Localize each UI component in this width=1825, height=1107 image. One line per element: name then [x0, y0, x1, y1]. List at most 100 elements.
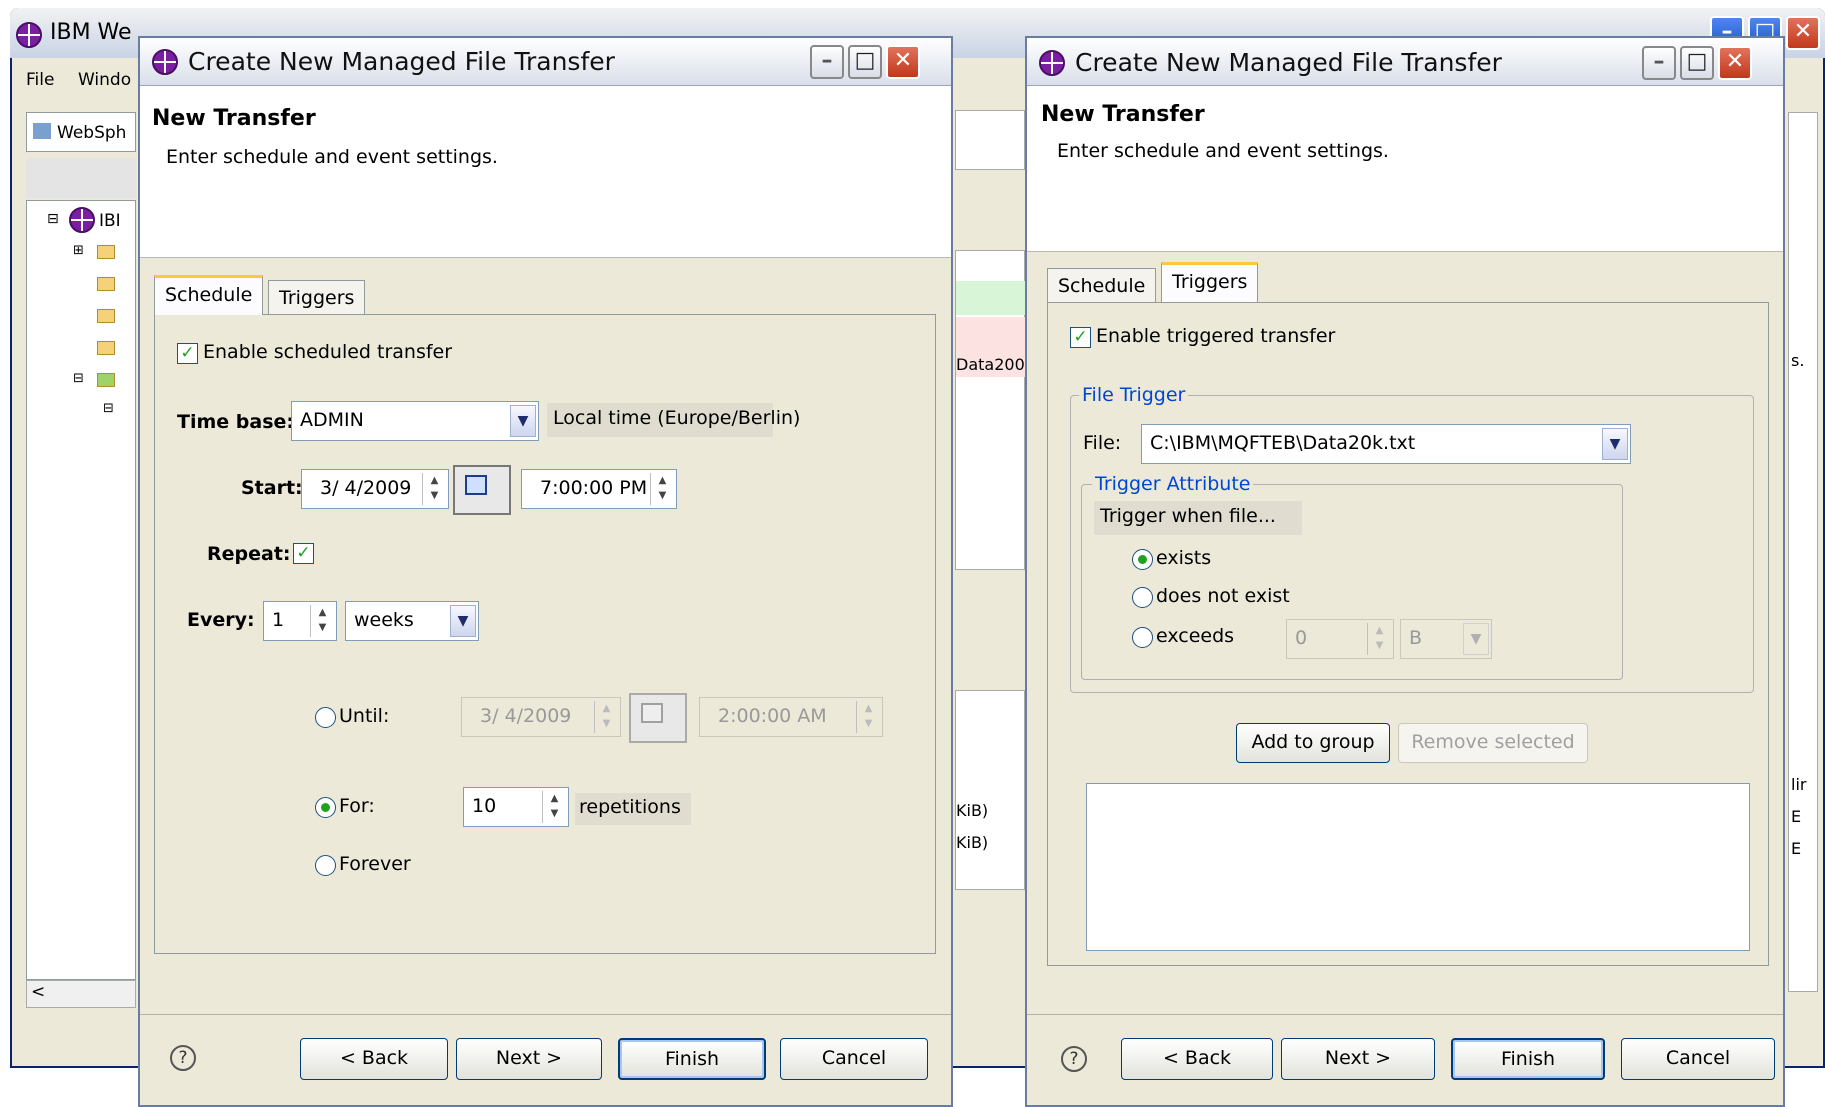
folder-icon — [97, 341, 115, 355]
background-close-button[interactable]: ✕ — [1786, 16, 1820, 50]
file-path-input[interactable]: C:\IBM\MQFTEB\Data20k.txt ▼ — [1141, 424, 1631, 464]
banner-title: New Transfer — [1041, 102, 1205, 127]
maximize-button[interactable]: □ — [1680, 46, 1714, 80]
for-value-field[interactable]: 10 ▲ ▼ — [463, 787, 569, 827]
minimize-button[interactable]: – — [810, 45, 844, 79]
until-time-field[interactable]: 2:00:00 AM ▲ ▼ — [699, 697, 883, 737]
menu-window[interactable]: Windo — [78, 70, 131, 90]
minimize-button[interactable]: – — [1642, 46, 1676, 80]
chevron-down-icon[interactable]: ▼ — [450, 605, 476, 637]
banner-subtitle: Enter schedule and event settings. — [166, 146, 498, 168]
enable-triggered-checkbox[interactable]: ✓ — [1070, 327, 1091, 348]
background-panel — [955, 110, 1025, 170]
tab-triggers[interactable]: Triggers — [1161, 262, 1259, 302]
exists-label: exists — [1156, 547, 1212, 569]
enable-triggered-label: Enable triggered transfer — [1096, 325, 1336, 347]
spinner-arrows-icon[interactable]: ▲ ▼ — [856, 701, 880, 733]
until-radio[interactable] — [315, 707, 336, 728]
back-button[interactable]: < Back — [300, 1038, 448, 1080]
collapse-icon[interactable]: ⊟ — [103, 401, 114, 416]
menu-file[interactable]: File — [26, 70, 54, 90]
trigger-attribute-group-label: Trigger Attribute — [1092, 473, 1254, 495]
horizontal-scrollbar[interactable]: < — [26, 980, 136, 1008]
exists-radio[interactable] — [1132, 549, 1153, 570]
help-icon[interactable]: ? — [1061, 1046, 1087, 1072]
until-label: Until: — [339, 705, 390, 727]
close-button[interactable]: ✕ — [886, 45, 920, 79]
dialog-banner: New Transfer Enter schedule and event se… — [1027, 86, 1783, 252]
repeat-checkbox[interactable]: ✓ — [293, 543, 314, 564]
expand-icon[interactable]: ⊞ — [73, 243, 84, 258]
add-to-group-button[interactable]: Add to group — [1236, 723, 1390, 763]
every-unit-select[interactable]: weeks ▼ — [345, 601, 479, 641]
next-button[interactable]: Next > — [456, 1038, 602, 1080]
view-tab-label: WebSph — [57, 123, 127, 143]
exceeds-size-field[interactable]: 0 ▲ ▼ — [1286, 619, 1394, 659]
start-date-field[interactable]: 3/ 4/2009 ▲ ▼ — [301, 469, 449, 509]
ibm-globe-icon — [1039, 50, 1065, 76]
not-exist-radio[interactable] — [1132, 587, 1153, 608]
start-time-field[interactable]: 7:00:00 PM ▲ ▼ — [521, 469, 677, 509]
scroll-left-arrow-icon[interactable]: < — [31, 982, 45, 1002]
spinner-arrows-icon[interactable]: ▲ ▼ — [650, 473, 674, 505]
trigger-when-label-bg: Trigger when file... — [1094, 501, 1302, 535]
every-value-field[interactable]: 1 ▲ ▼ — [263, 601, 337, 641]
background-table: Data200 — [955, 250, 1026, 570]
folder-icon — [97, 277, 115, 291]
remove-selected-button[interactable]: Remove selected — [1398, 723, 1588, 763]
time-base-label: Time base: — [177, 411, 294, 433]
tree-root-label[interactable]: IBI — [99, 211, 121, 231]
until-date-field[interactable]: 3/ 4/2009 ▲ ▼ — [461, 697, 621, 737]
finish-button[interactable]: Finish — [618, 1038, 766, 1080]
dialog-title-bar: Create New Managed File Transfer – □ ✕ — [140, 38, 951, 86]
collapse-icon[interactable]: ⊟ — [47, 211, 59, 227]
forever-radio[interactable] — [315, 855, 336, 876]
spinner-arrows-icon[interactable]: ▲ ▼ — [422, 473, 446, 505]
back-button[interactable]: < Back — [1121, 1038, 1273, 1080]
chevron-down-icon[interactable]: ▼ — [510, 405, 536, 437]
forever-label: Forever — [339, 853, 411, 875]
tab-schedule[interactable]: Schedule — [154, 275, 264, 315]
enable-scheduled-checkbox[interactable]: ✓ — [177, 343, 198, 364]
repetitions-label: repetitions — [579, 796, 681, 818]
spinner-arrows-icon[interactable]: ▲ ▼ — [310, 605, 334, 637]
cancel-button[interactable]: Cancel — [780, 1038, 928, 1080]
start-time-value: 7:00:00 PM — [540, 477, 648, 499]
file-label: File: — [1083, 432, 1122, 454]
chevron-down-icon[interactable]: ▼ — [1602, 428, 1628, 460]
navigator-tree: ⊟ IBI ⊞ ⊟ ⊟ — [26, 200, 136, 980]
maximize-button[interactable]: □ — [848, 45, 882, 79]
view-icon — [33, 123, 51, 139]
spinner-arrows-icon[interactable]: ▲ ▼ — [542, 791, 566, 823]
exceeds-unit-select[interactable]: B ▼ — [1400, 619, 1492, 659]
until-date-value: 3/ 4/2009 — [480, 705, 572, 727]
folder-icon — [97, 245, 115, 259]
time-base-select[interactable]: ADMIN ▼ — [291, 401, 539, 441]
table-cell-fragment: Data200 — [956, 355, 1025, 374]
divider — [1027, 1014, 1783, 1015]
open-folder-icon — [97, 373, 115, 387]
trigger-group-list[interactable] — [1086, 783, 1750, 951]
help-icon[interactable]: ? — [170, 1045, 196, 1071]
banner-subtitle: Enter schedule and event settings. — [1057, 140, 1389, 162]
until-calendar-button[interactable] — [629, 693, 687, 743]
finish-button[interactable]: Finish — [1451, 1038, 1605, 1080]
tab-schedule[interactable]: Schedule — [1047, 268, 1157, 304]
exceeds-radio[interactable] — [1132, 627, 1153, 648]
view-tab-websphere[interactable]: WebSph — [26, 112, 136, 152]
close-button[interactable]: ✕ — [1718, 46, 1752, 80]
tab-triggers[interactable]: Triggers — [268, 280, 366, 316]
collapse-icon[interactable]: ⊟ — [73, 371, 84, 386]
ibm-globe-icon — [69, 207, 95, 233]
row-highlight — [956, 281, 1026, 315]
start-calendar-button[interactable] — [453, 465, 511, 515]
spinner-arrows-icon[interactable]: ▲ ▼ — [1367, 623, 1391, 655]
next-button[interactable]: Next > — [1281, 1038, 1435, 1080]
for-radio[interactable] — [315, 797, 336, 818]
chevron-down-icon[interactable]: ▼ — [1463, 623, 1489, 655]
background-table-2: KiB) KiB) — [955, 690, 1025, 890]
cancel-button[interactable]: Cancel — [1621, 1038, 1775, 1080]
spinner-arrows-icon[interactable]: ▲ ▼ — [594, 701, 618, 733]
dialog-banner: New Transfer Enter schedule and event se… — [140, 86, 951, 258]
background-right-panel: s. lir E E — [1788, 112, 1818, 992]
